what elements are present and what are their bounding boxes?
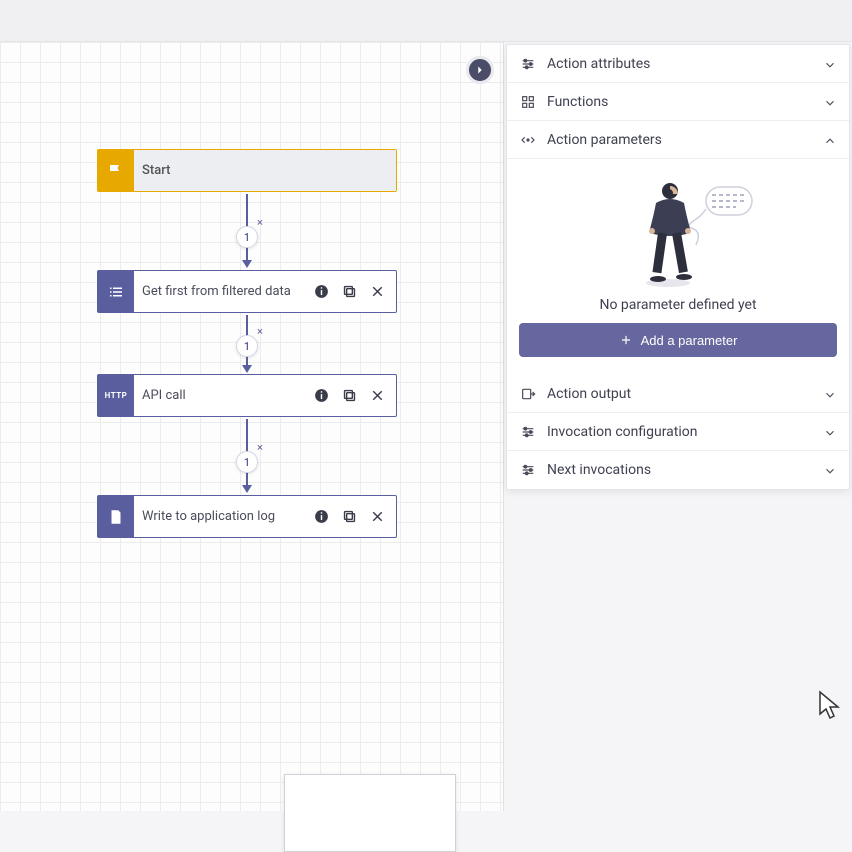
mouse-cursor-icon [818,690,842,720]
add-parameter-label: Add a parameter [641,333,738,348]
node-api-call[interactable]: HTTP API call [97,374,397,417]
copy-icon[interactable] [340,508,358,526]
parameters-body: No parameter defined yet Add a parameter [507,159,849,375]
node-write-log[interactable]: Write to application log [97,495,397,538]
chevron-down-icon [823,95,837,109]
node-get-first-filtered[interactable]: Get first from filtered data [97,270,397,313]
edge-count-badge[interactable]: 1 [236,226,258,248]
empty-state-text: No parameter defined yet [515,297,841,313]
chevron-down-icon [823,425,837,439]
delete-icon[interactable] [368,508,386,526]
copy-icon[interactable] [340,387,358,405]
edge-count-badge[interactable]: 1 [236,335,258,357]
edge-delete-icon[interactable]: × [257,441,263,454]
node-label: Get first from filtered data [134,271,302,312]
sliders-icon [519,461,537,479]
node-label: Write to application log [134,496,302,537]
empty-illustration [515,179,841,289]
section-action-parameters[interactable]: Action parameters [507,121,849,159]
copy-icon[interactable] [340,283,358,301]
section-invocation-config[interactable]: Invocation configuration [507,413,849,451]
section-action-attributes[interactable]: Action attributes [507,45,849,83]
file-icon [98,496,134,537]
node-label: API call [134,375,302,416]
chevron-down-icon [823,463,837,477]
properties-panel: Action attributes Functions Action param… [506,44,850,490]
edge-count-badge[interactable]: 1 [236,451,258,473]
plus-icon [619,333,633,347]
chevron-down-icon [823,57,837,71]
delete-icon[interactable] [368,283,386,301]
add-parameter-button[interactable]: Add a parameter [519,323,837,357]
edge-delete-icon[interactable]: × [257,216,263,229]
info-icon[interactable] [312,387,330,405]
output-icon [519,385,537,403]
node-label: Start [134,150,396,191]
http-icon: HTTP [98,375,134,416]
section-label: Action output [547,386,813,402]
section-next-invocations[interactable]: Next invocations [507,451,849,489]
section-action-output[interactable]: Action output [507,375,849,413]
section-label: Next invocations [547,462,813,478]
section-functions[interactable]: Functions [507,83,849,121]
chevron-down-icon [823,387,837,401]
flag-icon [98,150,134,191]
floating-panel[interactable] [284,774,456,852]
list-icon [98,271,134,312]
sliders-icon [519,55,537,73]
section-label: Action attributes [547,56,813,72]
section-label: Functions [547,94,813,110]
chevron-up-icon [823,133,837,147]
info-icon[interactable] [312,283,330,301]
edge-delete-icon[interactable]: × [257,325,263,338]
section-label: Invocation configuration [547,424,813,440]
sliders-icon [519,423,537,441]
collapse-panel-button[interactable] [466,56,494,84]
params-icon [519,131,537,149]
delete-icon[interactable] [368,387,386,405]
grid-icon [519,93,537,111]
info-icon[interactable] [312,508,330,526]
flow-canvas[interactable]: Start × 1 Get first from filtered data ×… [0,42,504,811]
section-label: Action parameters [547,132,813,148]
top-bar [0,0,852,42]
node-start[interactable]: Start [97,149,397,192]
